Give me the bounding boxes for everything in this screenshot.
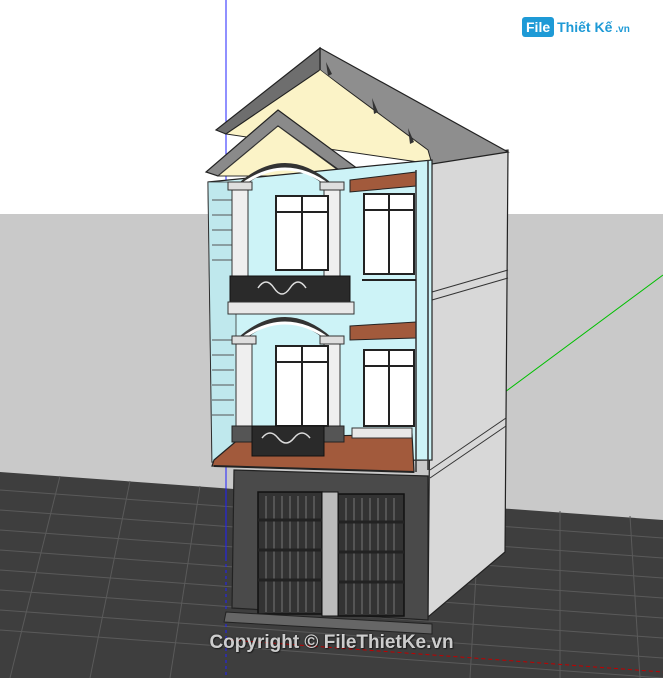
3d-model-viewport[interactable]: File Thiết Kế .vn Copyright © FileThietK… <box>0 0 663 679</box>
balcony-railing-upper <box>227 275 355 315</box>
logo-domain-text: .vn <box>615 23 630 35</box>
logo-brand-text: Thiết Kế <box>557 19 613 35</box>
logo-box-text: File <box>522 17 555 37</box>
garage-doors <box>257 491 405 617</box>
copyright-watermark: Copyright © FileThietKe.vn <box>209 632 454 653</box>
balcony-railing-lower <box>251 425 325 457</box>
house-model-render <box>0 0 663 679</box>
brand-logo: File Thiết Kế .vn <box>522 14 630 40</box>
side-wall <box>427 149 509 619</box>
